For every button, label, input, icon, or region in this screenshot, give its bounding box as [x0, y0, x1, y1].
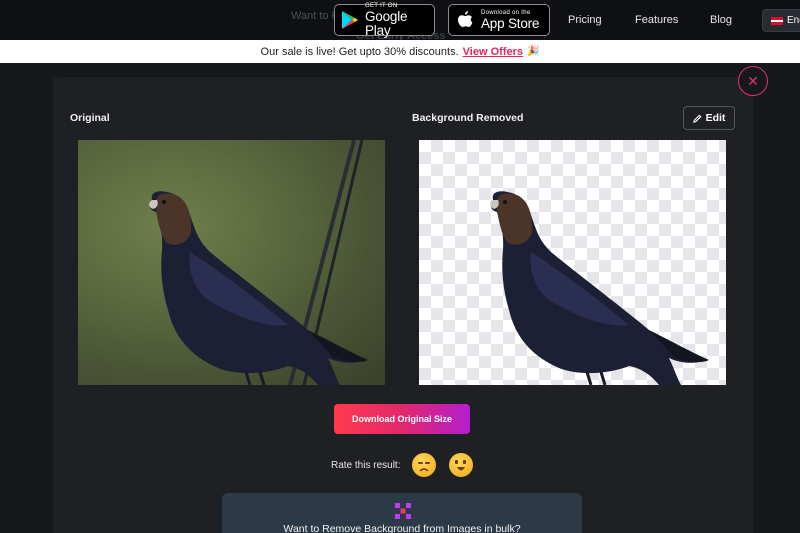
close-button[interactable]: ✕ [738, 66, 768, 96]
ghost-heading-text: Want to R [291, 10, 340, 22]
nav-link-blog[interactable]: Blog [710, 14, 732, 26]
bulk-promo-text: Want to Remove Background from Images in… [283, 523, 521, 533]
original-label: Original [70, 112, 110, 124]
edit-button[interactable]: Edit [683, 106, 735, 130]
app-store-small-text: Download on the [481, 9, 531, 16]
view-offers-link[interactable]: View Offers [463, 46, 523, 58]
close-icon: ✕ [747, 72, 759, 89]
background-removed-label: Background Removed [412, 112, 524, 124]
language-label: Eng [787, 15, 800, 26]
background-removed-image [419, 140, 726, 385]
google-play-icon [341, 10, 359, 30]
google-play-big-text: Google Play [365, 9, 408, 38]
download-original-button[interactable]: Download Original Size [334, 404, 470, 434]
top-navbar: Want to R Get Early Access GET IT ON Goo… [0, 0, 800, 42]
page: Want to R Get Early Access GET IT ON Goo… [0, 0, 800, 533]
apple-icon [455, 10, 475, 30]
app-store-button[interactable]: Download on the App Store [448, 4, 550, 36]
sad-face-icon[interactable] [412, 453, 436, 477]
edit-label: Edit [705, 112, 726, 124]
party-popper-icon: 🎉 [526, 46, 540, 57]
google-play-button[interactable]: GET IT ON Google Play [334, 3, 435, 38]
promo-banner: Our sale is live! Get upto 30% discounts… [0, 40, 800, 63]
language-selector[interactable]: Eng [762, 9, 800, 32]
pencil-icon [692, 114, 701, 123]
nav-link-pricing[interactable]: Pricing [568, 14, 602, 26]
bulk-grid-icon [395, 503, 411, 519]
nav-link-features[interactable]: Features [635, 14, 678, 26]
app-store-big-text: App Store [481, 15, 540, 31]
promo-text: Our sale is live! Get upto 30% discounts… [260, 45, 459, 58]
original-image [78, 140, 385, 385]
uk-flag-icon [771, 16, 783, 25]
happy-face-icon[interactable] [449, 453, 473, 477]
rate-result-label: Rate this result: [331, 460, 401, 471]
